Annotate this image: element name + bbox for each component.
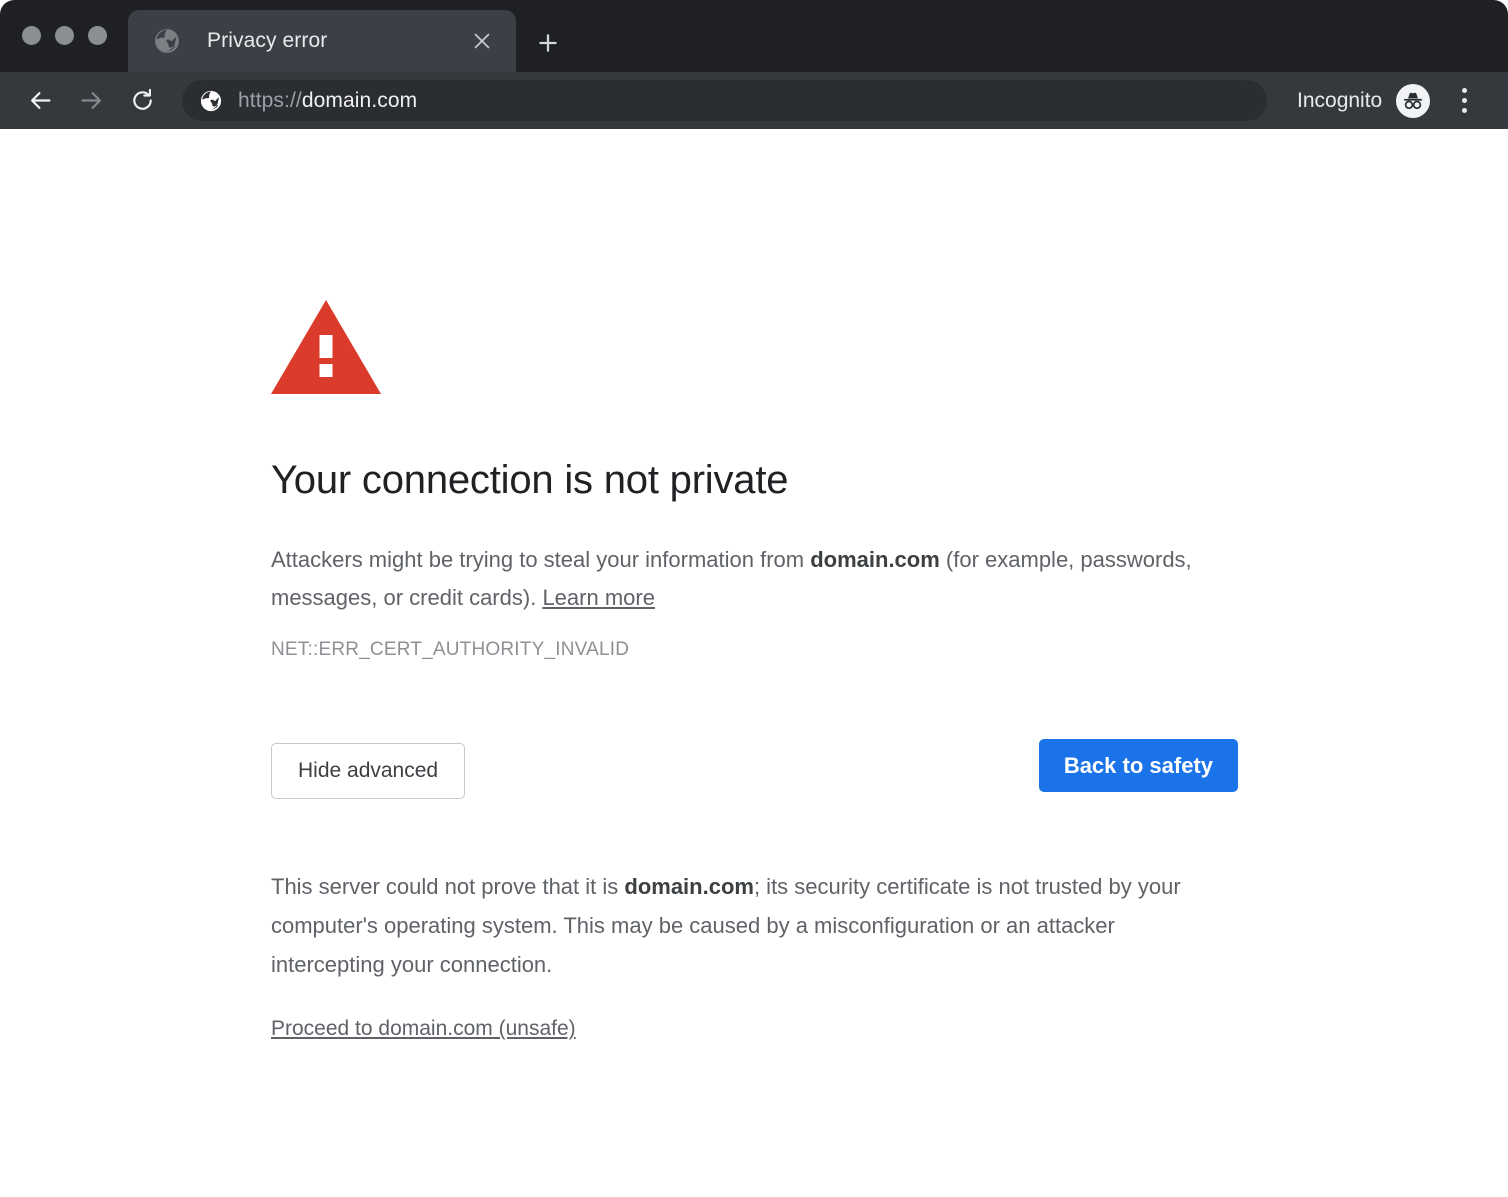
chrome-menu-icon[interactable] <box>1444 81 1484 121</box>
incognito-icon[interactable] <box>1396 84 1430 118</box>
learn-more-link[interactable]: Learn more <box>542 585 655 610</box>
body-lead: Attackers might be trying to steal your … <box>271 547 810 572</box>
body-domain: domain.com <box>810 547 940 572</box>
hide-advanced-button[interactable]: Hide advanced <box>271 743 465 799</box>
url-host: domain.com <box>302 89 417 112</box>
interstitial-body: Attackers might be trying to steal your … <box>271 541 1201 617</box>
tab-title: Privacy error <box>207 29 462 53</box>
error-code: NET::ERR_CERT_AUTHORITY_INVALID <box>271 639 1239 661</box>
tab-strip: Privacy error <box>0 0 1508 72</box>
window-traffic-lights <box>22 26 107 45</box>
advanced-lead: This server could not prove that it is <box>271 874 624 899</box>
globe-icon <box>200 90 222 112</box>
browser-window: Privacy error <box>0 0 1508 1197</box>
address-bar-text: https://domain.com <box>238 89 417 113</box>
forward-arrow-icon[interactable] <box>71 81 111 121</box>
proceed-unsafe-link[interactable]: Proceed to domain.com (unsafe) <box>271 1017 576 1041</box>
menu-dot <box>1462 98 1467 103</box>
url-scheme: https:// <box>238 89 302 112</box>
window-minimize-button[interactable] <box>55 26 74 45</box>
globe-icon <box>154 28 180 54</box>
warning-triangle-icon <box>271 300 381 394</box>
tab-privacy-error[interactable]: Privacy error <box>128 10 516 72</box>
incognito-label: Incognito <box>1297 89 1382 113</box>
page-title: Your connection is not private <box>271 456 1239 504</box>
browser-toolbar: https://domain.com Incognito <box>0 72 1508 129</box>
ssl-interstitial: Your connection is not private Attackers… <box>271 300 1239 1041</box>
window-maximize-button[interactable] <box>88 26 107 45</box>
back-to-safety-button[interactable]: Back to safety <box>1039 739 1238 792</box>
close-icon[interactable] <box>462 21 502 61</box>
address-bar[interactable]: https://domain.com <box>182 80 1267 121</box>
reload-icon[interactable] <box>122 81 162 121</box>
new-tab-button[interactable] <box>527 22 569 64</box>
window-close-button[interactable] <box>22 26 41 45</box>
menu-dot <box>1462 88 1467 93</box>
page-content: Your connection is not private Attackers… <box>0 129 1508 1197</box>
back-arrow-icon[interactable] <box>20 81 60 121</box>
interstitial-button-row: Hide advanced Back to safety <box>271 743 1239 799</box>
menu-dot <box>1462 108 1467 113</box>
advanced-details-text: This server could not prove that it is d… <box>271 867 1231 984</box>
advanced-domain: domain.com <box>624 874 754 899</box>
